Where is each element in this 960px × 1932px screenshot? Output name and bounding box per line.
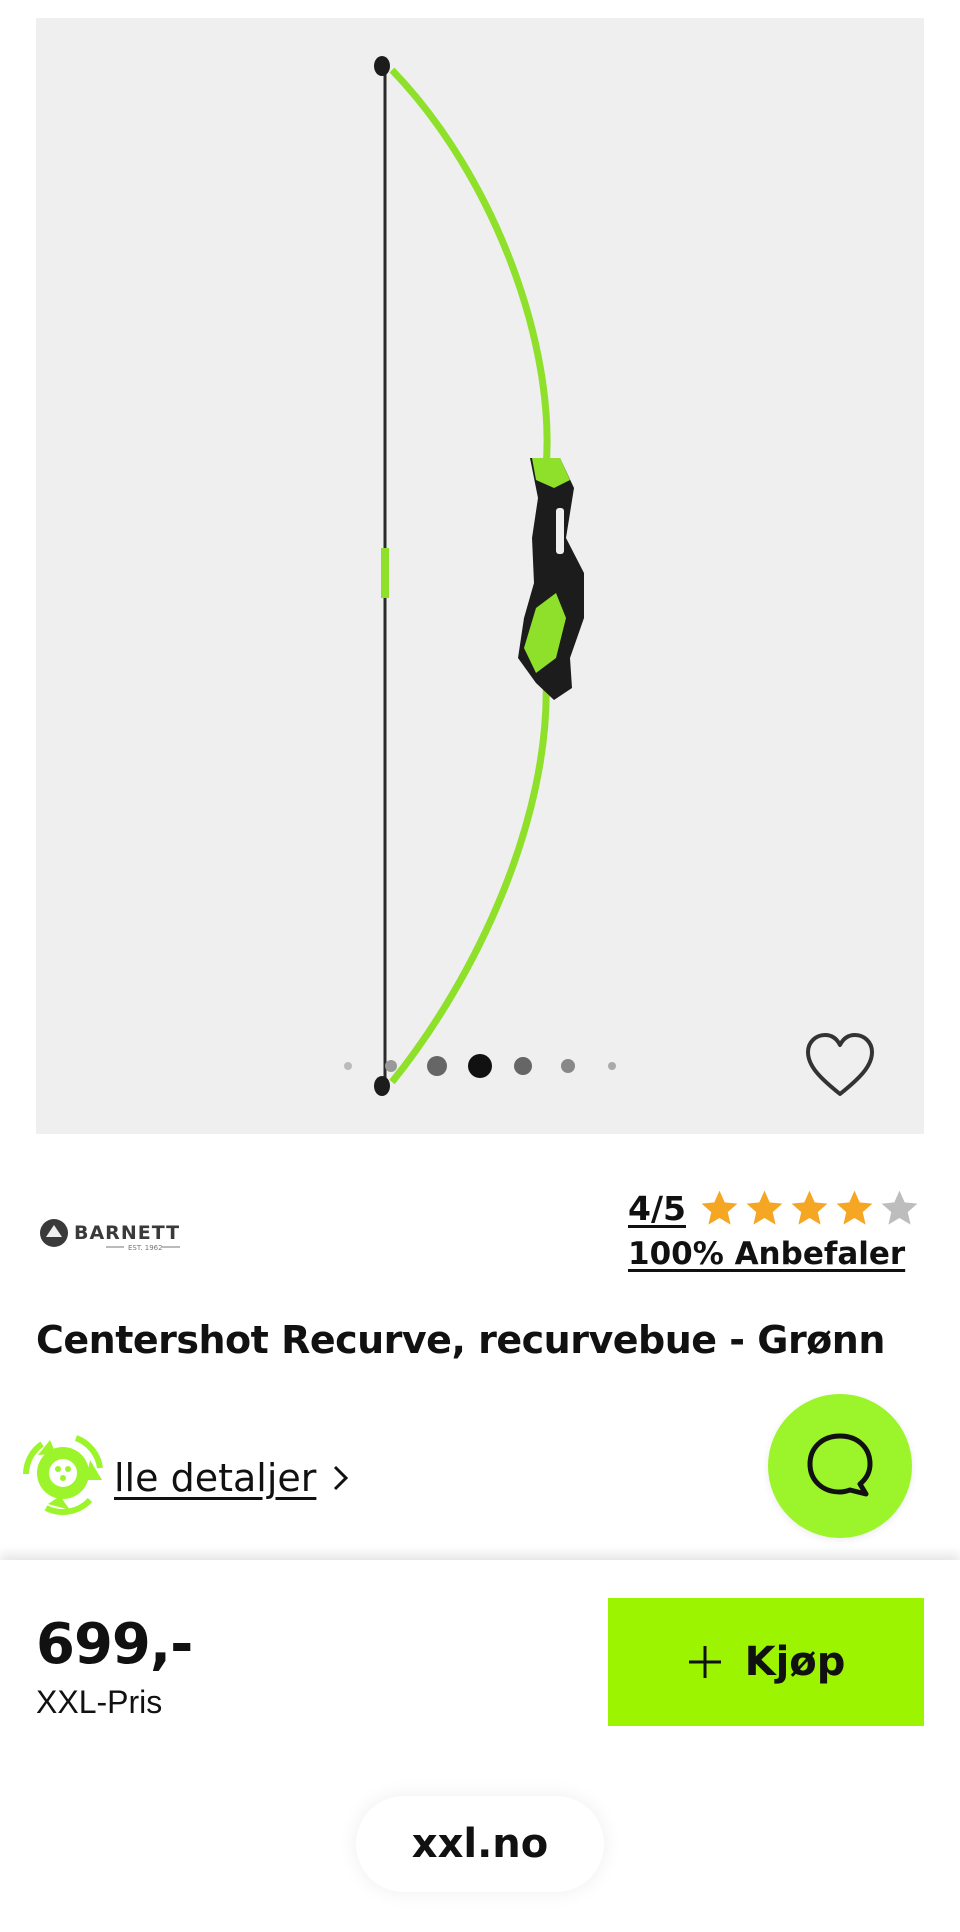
svg-text:EST. 1962: EST. 1962: [128, 1244, 163, 1252]
details-link[interactable]: lle detaljer: [114, 1456, 352, 1500]
star-empty-icon: [881, 1190, 918, 1225]
gallery-dot[interactable]: [385, 1060, 397, 1072]
chat-bubble-icon: [807, 1433, 873, 1497]
svg-text:BARNETT: BARNETT: [74, 1222, 180, 1244]
star-filled-icon: [746, 1190, 783, 1225]
gallery-dot[interactable]: [608, 1062, 616, 1070]
gallery-dot[interactable]: [344, 1062, 352, 1070]
gallery-dot[interactable]: [561, 1059, 575, 1073]
buy-bar: 699,- XXL-Pris Kjøp xxl.no: [0, 1560, 960, 1932]
star-rating: [698, 1187, 921, 1230]
recycle-badge-icon[interactable]: [20, 1430, 106, 1516]
chevron-right-icon: [334, 1465, 349, 1491]
rating-score[interactable]: 4/5: [628, 1189, 686, 1228]
brand-logo[interactable]: BARNETT EST. 1962: [36, 1215, 196, 1255]
heart-outline-icon[interactable]: [804, 1030, 876, 1102]
price: 699,-: [36, 1612, 193, 1677]
gallery-dot-active[interactable]: [468, 1054, 492, 1078]
buy-button-label: Kjøp: [744, 1639, 846, 1685]
product-image-gallery[interactable]: [36, 18, 924, 1134]
details-link-label[interactable]: lle detaljer: [114, 1456, 316, 1500]
url-text: xxl.no: [411, 1821, 549, 1867]
star-filled-icon: [701, 1190, 738, 1225]
rating-summary[interactable]: 4/5: [628, 1188, 921, 1228]
star-filled-icon: [836, 1190, 873, 1225]
star-filled-icon: [791, 1190, 828, 1225]
gallery-dot[interactable]: [427, 1056, 447, 1076]
chat-button[interactable]: [768, 1394, 912, 1538]
recommend-link[interactable]: 100% Anbefaler: [628, 1236, 905, 1272]
product-image: [374, 56, 584, 1096]
browser-url-bar[interactable]: xxl.no: [356, 1796, 604, 1892]
price-label: XXL-Pris: [36, 1684, 163, 1720]
gallery-dot[interactable]: [514, 1057, 532, 1075]
gallery-pagination: [36, 1054, 924, 1078]
buy-button[interactable]: Kjøp: [608, 1598, 924, 1726]
plus-icon: [688, 1646, 721, 1678]
product-title: Centershot Recurve, recurvebue - Grønn: [36, 1318, 885, 1362]
